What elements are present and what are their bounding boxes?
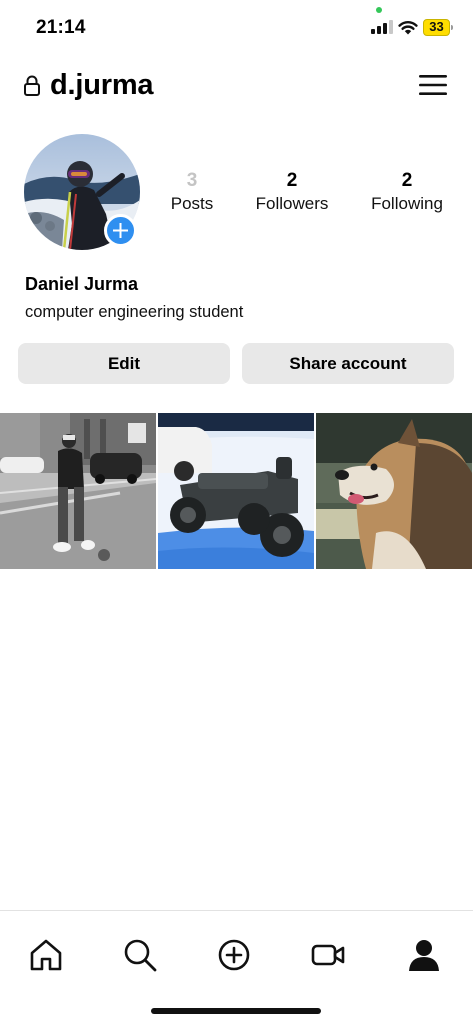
post-photo-atv <box>158 413 314 569</box>
profile-icon[interactable] <box>406 937 442 973</box>
create-icon[interactable] <box>216 937 252 973</box>
post-thumbnail-3[interactable] <box>316 413 472 569</box>
plus-icon <box>113 223 128 238</box>
posts-grid <box>0 413 473 569</box>
share-account-button[interactable]: Share account <box>242 343 454 384</box>
profile-avatar-container <box>24 134 140 250</box>
wifi-icon <box>398 21 418 35</box>
username[interactable]: d.jurma <box>50 69 154 102</box>
following-count: 2 <box>401 170 413 191</box>
post-photo-street <box>0 413 156 569</box>
home-icon[interactable] <box>28 937 64 973</box>
following-label: Following <box>371 194 443 213</box>
posts-label: Posts <box>170 194 214 213</box>
followers-label: Followers <box>255 194 329 213</box>
battery-level: 33 <box>429 19 444 34</box>
status-bar: 21:14 33 <box>0 0 473 56</box>
add-story-button[interactable] <box>104 214 137 247</box>
bottom-nav <box>0 910 473 1024</box>
status-time: 21:14 <box>36 17 86 38</box>
search-icon[interactable] <box>122 937 158 973</box>
post-thumbnail-2[interactable] <box>158 413 314 569</box>
hamburger-menu-icon[interactable] <box>418 73 448 97</box>
edit-profile-button[interactable]: Edit <box>18 343 230 384</box>
followers-count: 2 <box>286 170 298 191</box>
post-photo-dog <box>316 413 472 569</box>
profile-header: d.jurma <box>0 62 473 110</box>
posts-count: 3 <box>186 170 198 191</box>
battery-icon: 33 <box>423 19 453 36</box>
posts-stat[interactable]: 3 Posts <box>152 170 232 216</box>
reels-icon[interactable] <box>310 937 346 973</box>
display-name: Daniel Jurma <box>25 274 139 294</box>
bio: computer engineering student <box>25 303 244 321</box>
lock-icon <box>24 75 40 96</box>
post-thumbnail-1[interactable] <box>0 413 156 569</box>
home-indicator[interactable] <box>151 1008 321 1014</box>
followers-stat[interactable]: 2 Followers <box>246 170 338 216</box>
following-stat[interactable]: 2 Following <box>362 170 452 216</box>
privacy-indicator-dot <box>376 7 382 13</box>
signal-icon <box>371 20 393 34</box>
